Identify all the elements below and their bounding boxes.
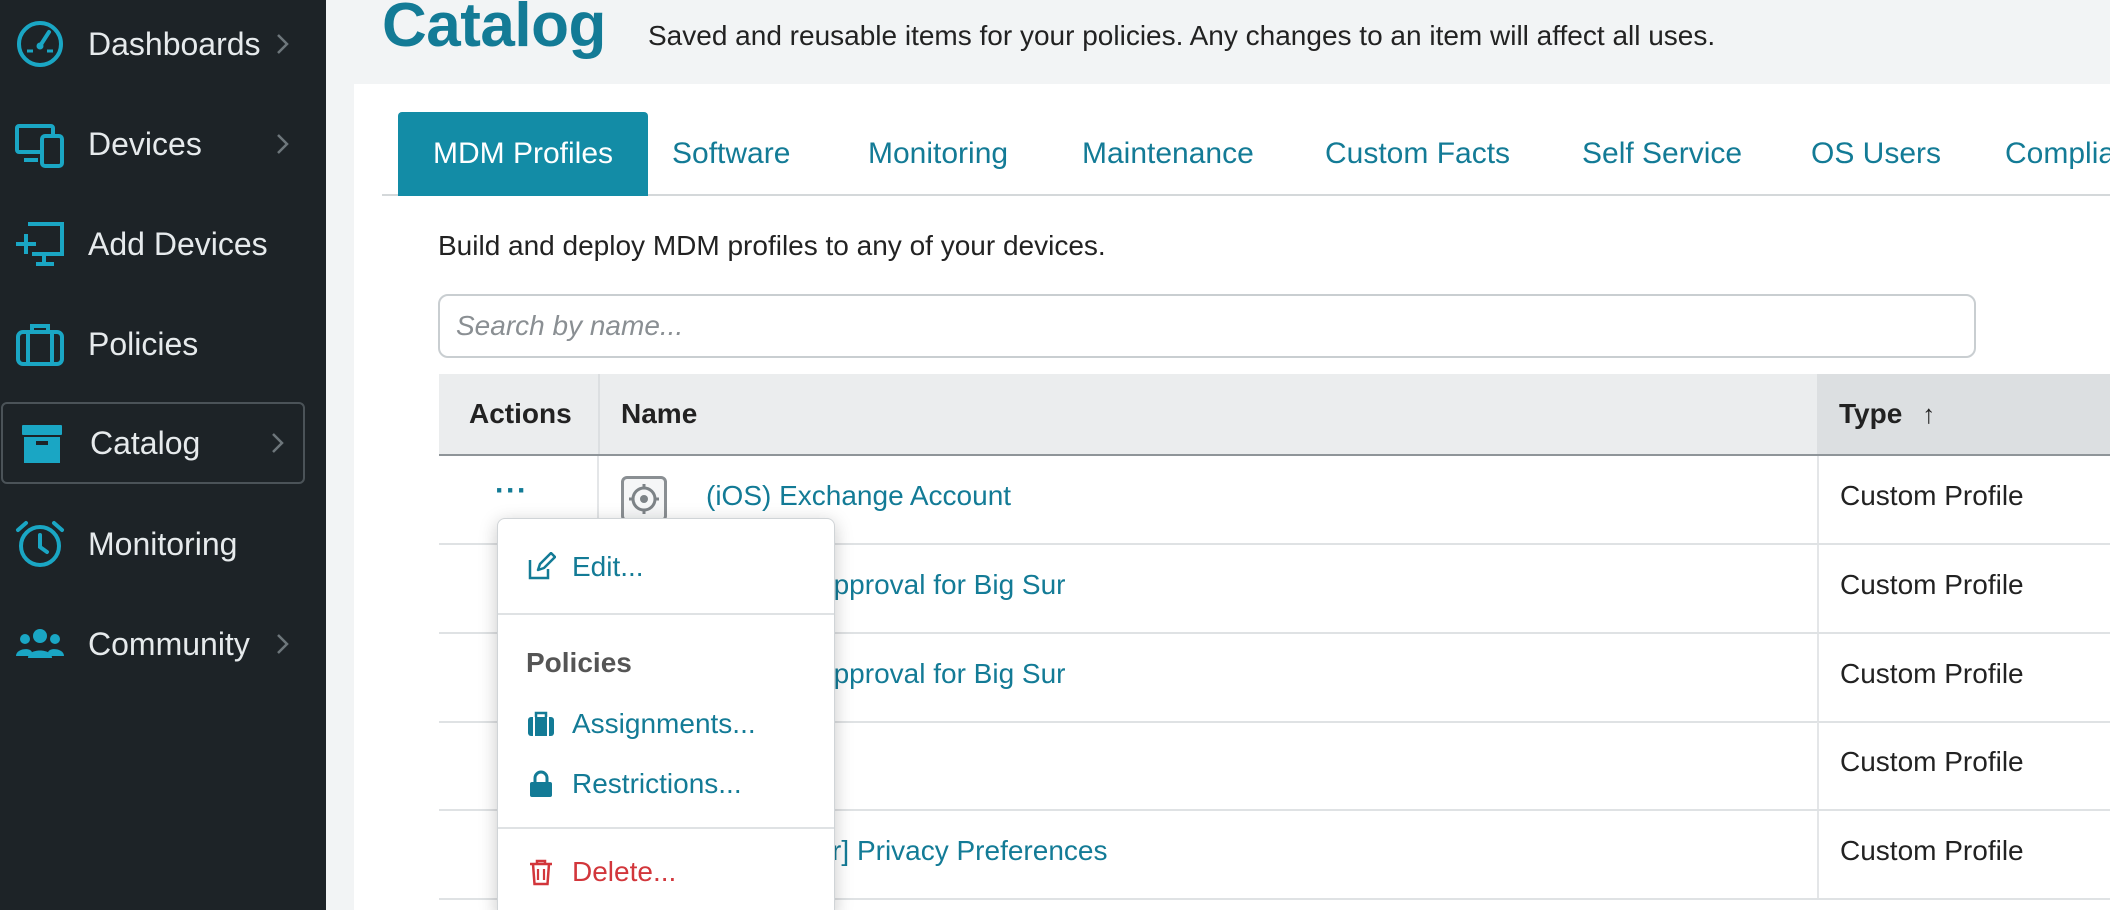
menu-section-heading: Policies	[526, 647, 632, 678]
menu-item-delete[interactable]: Delete...	[526, 850, 676, 894]
sidebar-item-monitoring[interactable]: Monitoring	[0, 503, 326, 585]
menu-item-label: Assignments...	[572, 708, 756, 739]
sidebar-item-policies[interactable]: Policies	[0, 303, 326, 385]
menu-item-restrictions[interactable]: Restrictions...	[526, 762, 742, 806]
row-actions-button[interactable]: ···	[495, 474, 528, 508]
briefcase-icon	[528, 711, 554, 736]
gauge-icon	[14, 18, 66, 70]
table-header: Actions Name Type ↑	[439, 374, 2110, 456]
sidebar-item-add-devices[interactable]: Add Devices	[0, 203, 326, 285]
tab-software[interactable]: Software	[672, 112, 790, 196]
column-header-actions: Actions	[469, 398, 572, 429]
sidebar-item-devices[interactable]: Devices	[0, 103, 326, 185]
profile-type: Custom Profile	[1840, 569, 2024, 600]
page-subtitle: Saved and reusable items for your polici…	[648, 20, 1716, 51]
column-header-type[interactable]: Type ↑	[1817, 374, 2110, 454]
search-input[interactable]	[438, 294, 1976, 358]
edit-icon	[528, 552, 556, 580]
menu-item-assignments[interactable]: Assignments...	[526, 702, 756, 746]
sidebar-item-label: Policies	[88, 325, 199, 362]
sort-ascending-icon: ↑	[1922, 398, 1936, 429]
briefcase-icon	[14, 318, 66, 370]
section-description: Build and deploy MDM profiles to any of …	[438, 230, 1106, 261]
page-title: Catalog	[382, 0, 606, 60]
profile-type: Custom Profile	[1840, 835, 2024, 866]
sidebar-item-label: Dashboards	[88, 25, 261, 62]
chevron-right-icon	[277, 34, 289, 54]
profile-name-link[interactable]: (iOS) Exchange Account	[706, 480, 1011, 512]
column-divider	[1817, 545, 1819, 632]
chevron-right-icon	[272, 433, 284, 453]
column-divider	[1817, 811, 1819, 898]
menu-item-edit[interactable]: Edit...	[526, 545, 644, 589]
archive-box-icon	[16, 417, 68, 469]
tab-mdm-profiles[interactable]: MDM Profiles	[398, 112, 648, 196]
sidebar-item-label: Devices	[88, 125, 202, 162]
tab-maintenance[interactable]: Maintenance	[1082, 112, 1254, 196]
column-divider	[598, 374, 600, 454]
alarm-clock-icon	[14, 518, 66, 570]
add-device-icon	[14, 218, 66, 270]
sidebar-item-catalog[interactable]: Catalog	[1, 402, 305, 484]
lock-icon	[530, 770, 552, 797]
column-header-type-label: Type	[1839, 398, 1903, 429]
users-icon	[14, 618, 66, 670]
column-divider	[1817, 722, 1819, 809]
row-actions-menu: Edit... Policies Assignments... Restrict…	[497, 518, 835, 910]
sidebar-item-dashboards[interactable]: Dashboards	[0, 3, 326, 85]
column-divider	[1817, 456, 1819, 543]
sidebar-item-label: Catalog	[90, 424, 201, 461]
menu-divider	[498, 613, 834, 615]
sidebar-item-label: Community	[88, 625, 250, 662]
menu-item-label: Restrictions...	[572, 768, 742, 799]
column-divider	[1817, 634, 1819, 721]
tab-monitoring[interactable]: Monitoring	[868, 112, 1008, 196]
menu-item-label: Delete...	[572, 856, 677, 887]
trash-icon	[530, 859, 552, 886]
profile-type: Custom Profile	[1840, 480, 2024, 511]
sidebar-item-label: Monitoring	[88, 525, 238, 562]
chevron-right-icon	[277, 134, 289, 154]
tab-os-users[interactable]: OS Users	[1811, 112, 1941, 196]
sidebar-item-community[interactable]: Community	[0, 603, 326, 685]
profile-gear-icon	[621, 476, 667, 522]
menu-item-label: Edit...	[572, 551, 644, 582]
sidebar-item-label: Add Devices	[88, 225, 268, 262]
sidebar: Dashboards Devices Add Devices Policies …	[0, 0, 326, 910]
tab-bar: MDM Profiles Software Monitoring Mainten…	[382, 112, 2110, 196]
chevron-right-icon	[277, 634, 289, 654]
tab-self-service[interactable]: Self Service	[1582, 112, 1742, 196]
profile-type: Custom Profile	[1840, 746, 2024, 777]
tab-custom-facts[interactable]: Custom Facts	[1325, 112, 1510, 196]
profile-type: Custom Profile	[1840, 658, 2024, 689]
column-header-name[interactable]: Name	[621, 374, 697, 454]
tab-compliance[interactable]: Complia	[2005, 112, 2110, 196]
menu-divider	[498, 827, 834, 829]
devices-icon	[14, 118, 66, 170]
